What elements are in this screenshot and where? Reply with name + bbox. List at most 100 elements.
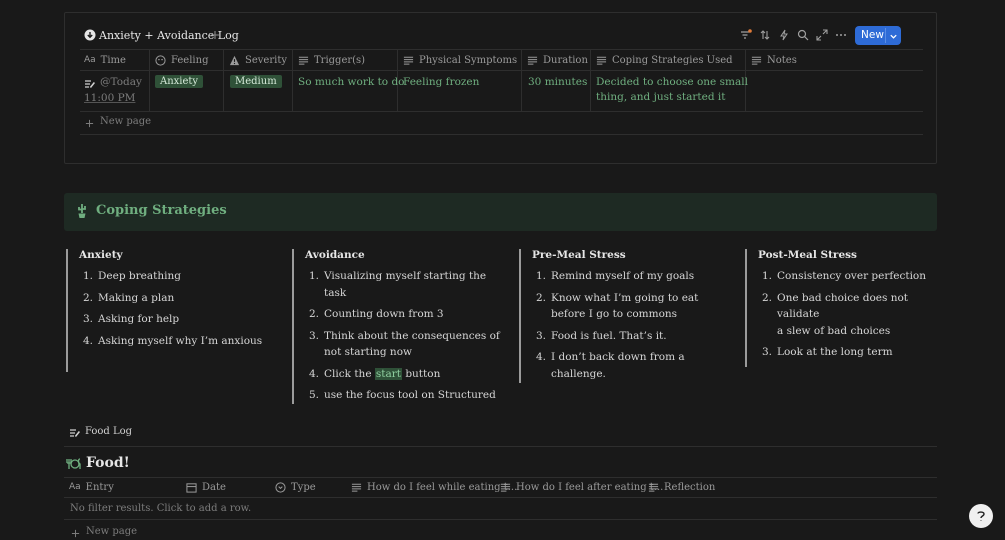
list-item: 3. Asking for help [79,311,279,328]
food-column-entry[interactable]: Aa Entry [69,480,114,494]
column-header-physical[interactable]: Physical Symptoms [403,53,517,67]
triggers-cell[interactable]: So much work to do [298,76,405,88]
list-item-text: Asking myself why I’m anxious [98,334,263,347]
help-icon[interactable] [969,504,993,528]
feeling-tag[interactable]: Anxiety [155,75,204,88]
plus-icon [70,528,80,538]
list-item: 1. Visualizing myself starting the task [305,268,505,301]
list-item-text: Asking for help [98,313,180,325]
text-property-icon [648,483,659,492]
pre-meal-list: 1. Remind myself of my goals 2. Know what I… [532,268,732,387]
list-number: 3. [762,346,773,358]
list-item-text: Visualizing myself starting the task [324,270,487,299]
list-item: 1. Consistency over perfection [758,268,933,285]
list-item: 4. I don’t back down from a challenge. [532,349,732,382]
food-column-reflection[interactable]: Reflection [648,480,715,494]
column-header-coping[interactable]: Coping Strategies Used [596,53,733,67]
duration-cell[interactable]: 30 minutes [528,76,587,88]
column-label: Entry [85,481,114,493]
food-column-while[interactable]: How do I feel while eating t... [351,480,517,494]
list-item-text: I don’t back down from a challenge. [551,351,685,380]
post-meal-list: 1. Consistency over perfection 2. One bad c… [758,268,933,366]
anxiety-list: 1. Deep breathing 2. Making a plan 3. Asking … [79,268,279,354]
select-property-icon [275,481,286,493]
automation-icon[interactable] [778,29,790,41]
new-button[interactable]: New [855,26,901,45]
coping-cell-line2[interactable]: thing, and just started it [596,91,726,103]
text-property-icon [500,483,511,492]
list-item: 2. One bad choice does not validate a slew… [758,290,933,340]
search-icon[interactable] [797,29,809,41]
filter-icon[interactable] [740,29,752,41]
list-number: 4. [536,351,547,363]
column-header-duration[interactable]: Duration [527,53,588,67]
list-item-text: Click the start button [324,367,441,380]
column-label: Physical Symptoms [419,54,518,66]
food-column-after[interactable]: How do I feel after eating t... [500,480,663,494]
list-number: 3. [83,313,94,325]
column-label: Date [202,481,226,493]
expand-icon[interactable] [816,29,828,41]
list-number: 1. [762,270,773,282]
list-number: 1. [536,270,547,282]
list-number: 5. [309,389,320,401]
list-item-text: One bad choice does not validate a slew o… [777,291,909,337]
page-icon[interactable] [84,78,96,90]
list-item: 3. Think about the consequences of not sta… [305,328,505,361]
column-label: How do I feel while eating t... [367,481,518,493]
list-item: 4. Asking myself why I’m anxious [79,333,279,350]
list-item-text: Look at the long term [777,346,893,358]
list-number: 2. [83,291,94,304]
page-link-icon [69,427,81,439]
list-item-text: Deep breathing [98,270,181,282]
text-property-icon [298,56,309,65]
list-item-text: Know what I’m going to eat before I go to… [551,291,699,321]
new-page-label: New page [86,526,138,537]
list-item: 5. use the focus tool on Structured [305,387,505,404]
column-header-triggers[interactable]: Trigger(s) [298,53,365,67]
chevron-down-icon[interactable] [888,31,898,41]
avoidance-list: 1. Visualizing myself starting the task 2. C… [305,268,505,409]
column-label: Feeling [171,54,209,66]
database-view-icon[interactable] [84,29,96,41]
severity-tag[interactable]: Medium [230,75,282,88]
column-header-severity[interactable]: Severity [229,53,287,67]
new-button-label: New [861,29,884,41]
list-item-text: Counting down from 3 [324,308,444,320]
text-property-icon [527,56,538,65]
time-cell-date[interactable]: @Today [100,76,142,88]
column-label: Trigger(s) [314,54,366,66]
anxiety-heading: Anxiety [79,249,123,261]
more-icon[interactable] [835,29,847,41]
coping-cell-line1[interactable]: Decided to choose one small [596,76,748,88]
text-property-icon [751,56,762,65]
calendar-icon [186,482,197,493]
plus-icon[interactable] [209,29,221,41]
column-label: Severity [245,54,287,66]
food-column-type[interactable]: Type [275,480,316,494]
physical-cell[interactable]: Feeling frozen [403,76,479,88]
list-item-text: Think about the consequences of not start… [324,329,500,359]
list-item: 3. Food is fuel. That’s it. [532,328,732,345]
column-header-time[interactable]: Aa Time [84,53,126,67]
food-title[interactable]: Food! [86,455,130,471]
table-row[interactable] [80,70,923,111]
list-item-text: Remind myself of my goals [551,270,695,282]
time-cell-time[interactable]: 11:00 PM [84,92,135,104]
sort-icon[interactable] [759,29,771,41]
plus-icon [84,118,94,128]
avoidance-heading: Avoidance [305,249,365,261]
column-header-notes[interactable]: Notes [751,53,797,67]
list-item: 1. Deep breathing [79,268,279,285]
text-property-icon [403,56,414,65]
list-item: 3. Look at the long term [758,344,933,361]
empty-state[interactable]: No filter results. Click to add a row. [70,503,251,514]
text-property-icon [596,56,607,65]
column-header-feeling[interactable]: Feeling [155,53,208,67]
list-number: 2. [536,291,547,304]
warning-icon [229,55,240,65]
food-column-date[interactable]: Date [186,480,226,494]
list-item-text: Consistency over perfection [777,270,927,282]
list-item: 1. Remind myself of my goals [532,268,732,285]
new-page-label: New page [100,116,152,127]
